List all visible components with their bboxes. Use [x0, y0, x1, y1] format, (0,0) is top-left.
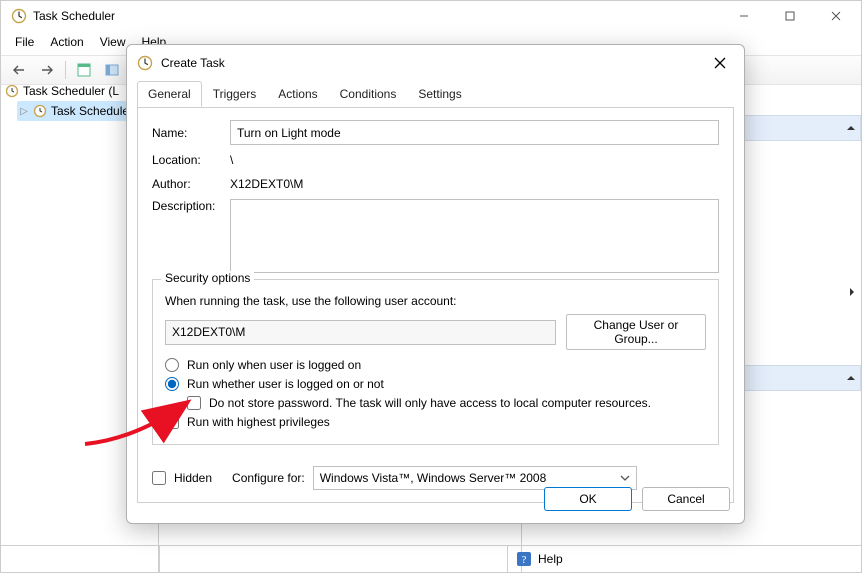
author-value: X12DEXT0\M: [230, 175, 719, 193]
titlebar: Task Scheduler: [1, 1, 861, 31]
close-button[interactable]: [813, 1, 859, 31]
change-user-button[interactable]: Change User or Group...: [566, 314, 706, 350]
author-label: Author:: [152, 177, 230, 191]
status-bar: ? Help: [1, 545, 861, 572]
tab-triggers[interactable]: Triggers: [202, 81, 268, 107]
clock-icon: [137, 55, 153, 71]
radio-logged-on-input[interactable]: [165, 358, 179, 372]
description-label: Description:: [152, 199, 230, 213]
radio-logged-on[interactable]: Run only when user is logged on: [165, 358, 706, 372]
location-label: Location:: [152, 153, 230, 167]
chevron-right-icon[interactable]: ▷: [19, 106, 29, 116]
checkbox-hidden-input[interactable]: [152, 471, 166, 485]
checkbox-no-password[interactable]: Do not store password. The task will onl…: [187, 396, 706, 410]
dialog-titlebar: Create Task: [127, 45, 744, 81]
description-input[interactable]: [230, 199, 719, 273]
cancel-button[interactable]: Cancel: [642, 487, 730, 511]
checkbox-no-password-input[interactable]: [187, 396, 201, 410]
clock-icon: [5, 84, 19, 98]
chevron-down-icon: [620, 473, 630, 483]
maximize-button[interactable]: [767, 1, 813, 31]
name-label: Name:: [152, 126, 230, 140]
configure-for-label: Configure for:: [232, 471, 305, 485]
radio-logged-or-not-input[interactable]: [165, 377, 179, 391]
create-task-dialog: Create Task General Triggers Actions Con…: [126, 44, 745, 524]
tree-root-label: Task Scheduler (L: [23, 84, 119, 98]
dialog-title: Create Task: [161, 56, 225, 70]
security-prompt: When running the task, use the following…: [165, 294, 706, 308]
svg-text:?: ?: [522, 554, 527, 566]
status-help-label: Help: [538, 552, 563, 566]
security-options-group: Security options When running the task, …: [152, 279, 719, 445]
tab-general[interactable]: General: [137, 81, 202, 107]
window-title: Task Scheduler: [33, 9, 721, 23]
user-account-box: X12DEXT0\M: [165, 320, 556, 345]
dialog-close-button[interactable]: [706, 49, 734, 77]
tab-actions[interactable]: Actions: [267, 81, 328, 107]
checkbox-highest-input[interactable]: [165, 415, 179, 429]
ok-button[interactable]: OK: [544, 487, 632, 511]
tab-settings[interactable]: Settings: [407, 81, 472, 107]
status-help[interactable]: ? Help: [508, 546, 563, 572]
app-icon: [11, 8, 27, 24]
menu-file[interactable]: File: [9, 33, 40, 51]
tab-body-general: Name: Location: \ Author: X12DEXT0\M Des…: [137, 107, 734, 503]
clock-icon: [33, 104, 47, 118]
minimize-button[interactable]: [721, 1, 767, 31]
checkbox-hidden[interactable]: Hidden: [152, 471, 212, 485]
security-legend: Security options: [161, 271, 254, 285]
tree-library-label: Task Schedule: [51, 104, 129, 118]
checkbox-highest-privileges[interactable]: Run with highest privileges: [165, 415, 706, 429]
tab-strip: General Triggers Actions Conditions Sett…: [137, 81, 734, 107]
task-name-input[interactable]: [230, 120, 719, 145]
tab-conditions[interactable]: Conditions: [329, 81, 408, 107]
radio-logged-or-not[interactable]: Run whether user is logged on or not: [165, 377, 706, 391]
location-value: \: [230, 151, 719, 169]
menu-action[interactable]: Action: [44, 33, 89, 51]
